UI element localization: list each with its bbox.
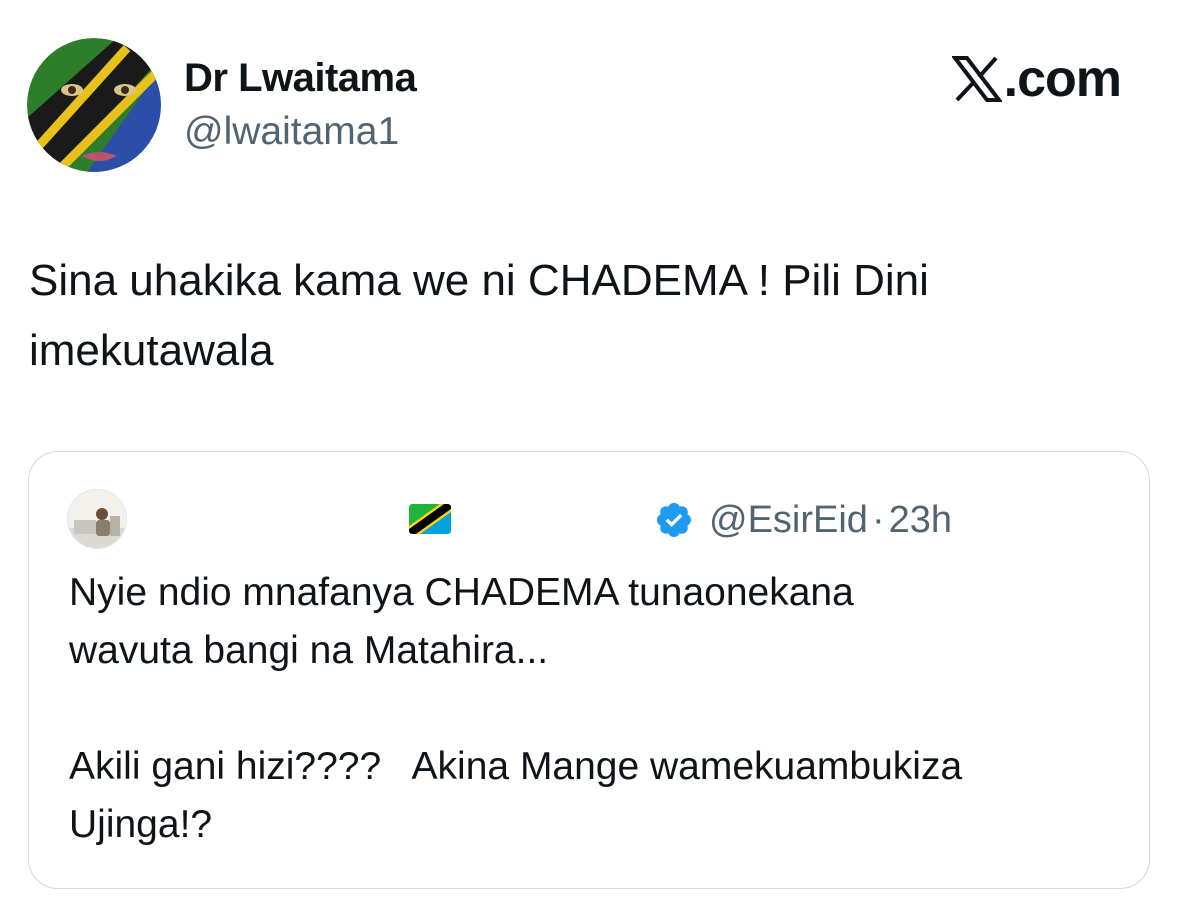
quoted-author-handle[interactable]: @EsirEid [709, 499, 868, 541]
tweet-text: Sina uhakika kama we ni CHADEMA ! Pili D… [29, 256, 929, 375]
x-logo-text: .com [1003, 50, 1122, 108]
quoted-author-avatar[interactable] [67, 489, 127, 549]
x-com-logo: .com [951, 50, 1122, 108]
quoted-tweet-meta: @EsirEid · 23h [709, 496, 952, 544]
x-logo-icon [951, 56, 1002, 102]
quoted-tweet-text: Nyie ndio mnafanya CHADEMA tunaonekana w… [69, 571, 963, 846]
tanzania-flag-icon [409, 504, 451, 534]
author-handle[interactable]: @lwaitama1 [184, 108, 399, 156]
author-avatar[interactable] [27, 38, 161, 172]
meta-separator: · [871, 499, 885, 541]
verified-badge-icon [654, 500, 694, 540]
quoted-tweet-time[interactable]: 23h [889, 499, 952, 541]
author-name[interactable]: Dr Lwaitama [184, 54, 417, 102]
quoted-tweet-card[interactable]: @EsirEid · 23h Nyie ndio mnafanya CHADEMA … [28, 451, 1150, 889]
